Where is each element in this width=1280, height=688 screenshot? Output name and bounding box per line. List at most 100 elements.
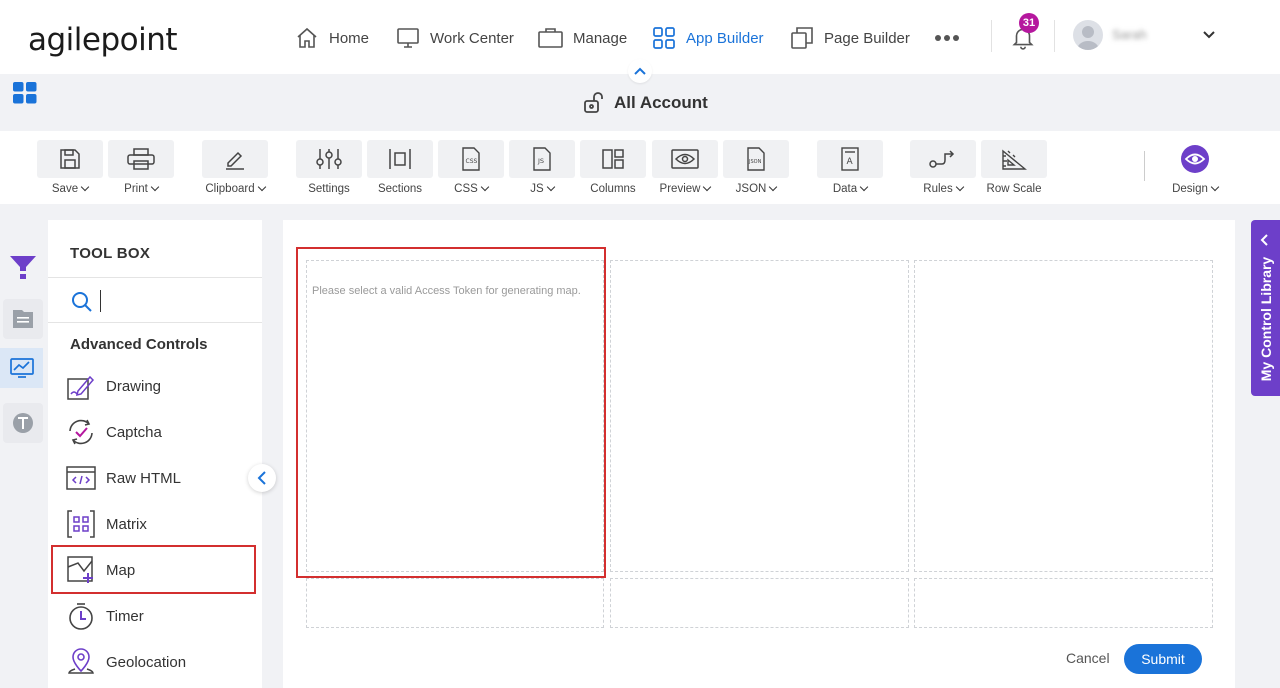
pencil-icon — [226, 151, 244, 170]
app-grid-icon — [653, 27, 675, 49]
nav-home[interactable]: Home — [295, 24, 369, 52]
nav-manage[interactable]: Manage — [538, 24, 627, 52]
nav-app-builder[interactable]: App Builder — [652, 24, 764, 52]
rules-button[interactable]: Rules — [910, 140, 976, 195]
control-matrix[interactable]: Matrix — [66, 506, 256, 542]
css-label: CSS — [454, 183, 478, 195]
nav-divider — [1054, 20, 1055, 52]
js-button[interactable]: JS JS — [509, 140, 575, 195]
avatar[interactable] — [1073, 20, 1103, 50]
chart-monitor-icon — [9, 358, 34, 378]
left-rail — [0, 220, 46, 688]
search-icon[interactable] — [71, 291, 93, 318]
toolbox-search-input[interactable] — [100, 290, 250, 312]
control-geolocation[interactable]: Geolocation — [66, 644, 256, 680]
preview-button[interactable]: Preview — [652, 140, 718, 195]
more-menu-button[interactable] — [934, 24, 970, 52]
control-raw-html[interactable]: Raw HTML — [66, 460, 256, 496]
notification-count-badge: 31 — [1019, 13, 1039, 33]
columns-button[interactable]: Columns — [580, 140, 646, 195]
control-timer[interactable]: Timer — [66, 598, 256, 634]
drawing-icon — [66, 371, 96, 401]
collapse-header-button[interactable] — [628, 59, 652, 83]
nav-work-center-label: Work Center — [430, 29, 514, 47]
form-cell[interactable] — [610, 260, 909, 572]
form-cell[interactable] — [914, 260, 1213, 572]
control-timer-label: Timer — [106, 607, 144, 625]
chevron-down-icon — [480, 182, 490, 192]
apps-grid-button[interactable] — [13, 82, 37, 109]
submit-button[interactable]: Submit — [1124, 644, 1202, 674]
sections-button[interactable]: Sections — [367, 140, 433, 195]
svg-text:JS: JS — [537, 157, 544, 165]
filter-button[interactable] — [3, 247, 43, 287]
pages-icon — [791, 27, 813, 49]
map-control-selection — [296, 247, 606, 578]
toolbar-divider — [1144, 151, 1145, 181]
chevron-down-icon — [703, 182, 712, 192]
timer-icon — [66, 601, 96, 631]
print-button[interactable]: Print — [108, 140, 174, 195]
forms-tab-button[interactable] — [3, 299, 43, 339]
clipboard-button[interactable]: Clipboard — [202, 140, 268, 195]
ruler-icon — [1002, 149, 1027, 170]
rules-icon — [929, 150, 955, 168]
nav-manage-label: Manage — [573, 29, 628, 47]
theme-t-icon — [13, 413, 33, 433]
control-captcha-label: Captcha — [106, 423, 162, 441]
category-heading: Advanced Controls — [70, 336, 208, 353]
nav-work-center[interactable]: Work Center — [396, 24, 514, 52]
chevron-down-icon — [150, 182, 160, 192]
document-list-icon — [13, 310, 33, 328]
nav-page-builder[interactable]: Page Builder — [790, 24, 910, 52]
chevron-down-icon — [769, 182, 778, 192]
user-name[interactable]: Sarah — [1112, 27, 1147, 42]
save-label: Save — [51, 183, 79, 195]
cancel-button[interactable]: Cancel — [1066, 650, 1110, 666]
json-button[interactable]: JSON JSON — [723, 140, 789, 195]
save-button[interactable]: Save — [37, 140, 103, 195]
settings-button[interactable]: Settings — [296, 140, 362, 195]
row-scale-label: Row Scale — [986, 183, 1042, 195]
avatar-icon — [1077, 26, 1099, 50]
design-label: Design — [1172, 183, 1208, 195]
control-matrix-label: Matrix — [106, 515, 147, 533]
themes-tab-button[interactable] — [3, 403, 43, 443]
settings-label: Settings — [308, 183, 350, 195]
nav-divider — [991, 20, 992, 52]
toolbox-panel: TOOL BOX Advanced Controls Drawing Captc… — [48, 220, 262, 688]
chevron-down-icon — [859, 182, 869, 192]
control-drawing[interactable]: Drawing — [66, 368, 256, 404]
matrix-icon — [66, 509, 96, 539]
data-label: Data — [832, 183, 858, 195]
collapse-toolbox-button[interactable] — [248, 464, 276, 492]
nav-home-label: Home — [329, 29, 370, 47]
chevron-down-icon — [546, 182, 555, 192]
form-cell[interactable] — [914, 578, 1213, 628]
form-cell[interactable] — [610, 578, 909, 628]
monitor-icon — [397, 28, 419, 48]
chevron-down-icon — [257, 182, 266, 192]
geolocation-icon — [66, 647, 96, 677]
nav-page-builder-label: Page Builder — [824, 29, 910, 47]
row-scale-button[interactable]: Row Scale — [981, 140, 1047, 195]
control-captcha[interactable]: Captcha — [66, 414, 256, 450]
clipboard-label: Clipboard — [205, 183, 255, 195]
chevron-up-icon — [634, 67, 646, 75]
preview-icon — [671, 149, 699, 169]
sections-label: Sections — [377, 183, 423, 195]
data-file-icon: A — [841, 147, 859, 171]
funnel-icon — [10, 256, 36, 279]
chevron-down-icon — [955, 182, 964, 192]
css-file-icon: CSS — [462, 147, 480, 171]
rules-label: Rules — [923, 183, 953, 195]
columns-label: Columns — [590, 183, 636, 195]
my-control-library-tab[interactable]: My Control Library — [1251, 220, 1280, 396]
form-cell[interactable] — [306, 578, 604, 628]
css-button[interactable]: CSS CSS — [438, 140, 504, 195]
reports-tab-button[interactable] — [0, 348, 43, 388]
agilepoint-logo[interactable]: agilepoint — [28, 22, 178, 58]
user-menu-button[interactable] — [1202, 27, 1216, 45]
data-button[interactable]: A Data — [817, 140, 883, 195]
design-button[interactable]: Design — [1162, 140, 1228, 195]
